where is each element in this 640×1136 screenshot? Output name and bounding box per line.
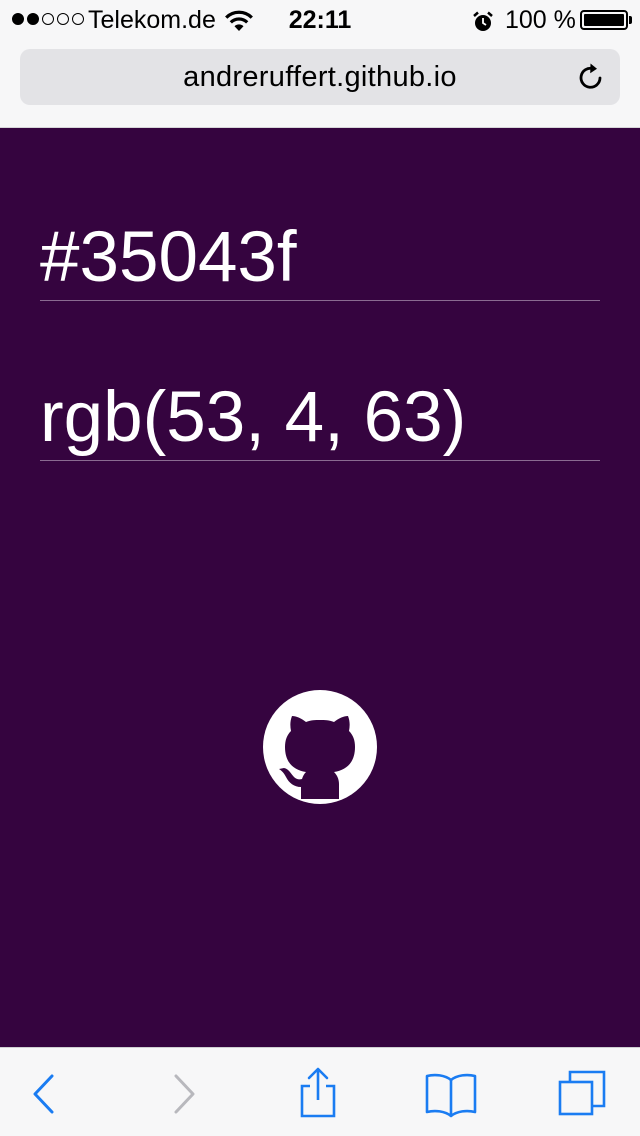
battery-percentage: 100 %	[505, 6, 576, 34]
github-icon[interactable]	[263, 690, 377, 804]
tabs-icon[interactable]	[554, 1066, 610, 1122]
alarm-clock-icon	[472, 9, 494, 40]
page-content: #35043f rgb(53, 4, 63)	[0, 128, 640, 1047]
bookmarks-icon[interactable]	[423, 1066, 479, 1122]
forward-icon[interactable]	[156, 1066, 212, 1122]
browser-top-chrome: Telekom.de 22:11 100 % andreruffert.gith…	[0, 0, 640, 128]
reload-icon[interactable]	[576, 62, 606, 92]
back-icon[interactable]	[20, 1066, 76, 1122]
hex-color-input[interactable]: #35043f	[40, 216, 600, 301]
address-url[interactable]: andreruffert.github.io	[20, 61, 620, 94]
rgb-color-input[interactable]: rgb(53, 4, 63)	[40, 376, 600, 461]
share-icon[interactable]	[290, 1066, 346, 1122]
status-bar: Telekom.de 22:11 100 %	[0, 0, 640, 40]
browser-bottom-toolbar	[0, 1047, 640, 1136]
address-bar[interactable]: andreruffert.github.io	[20, 49, 620, 105]
battery-icon	[580, 10, 628, 30]
phone-screen: Telekom.de 22:11 100 % andreruffert.gith…	[0, 0, 640, 1136]
